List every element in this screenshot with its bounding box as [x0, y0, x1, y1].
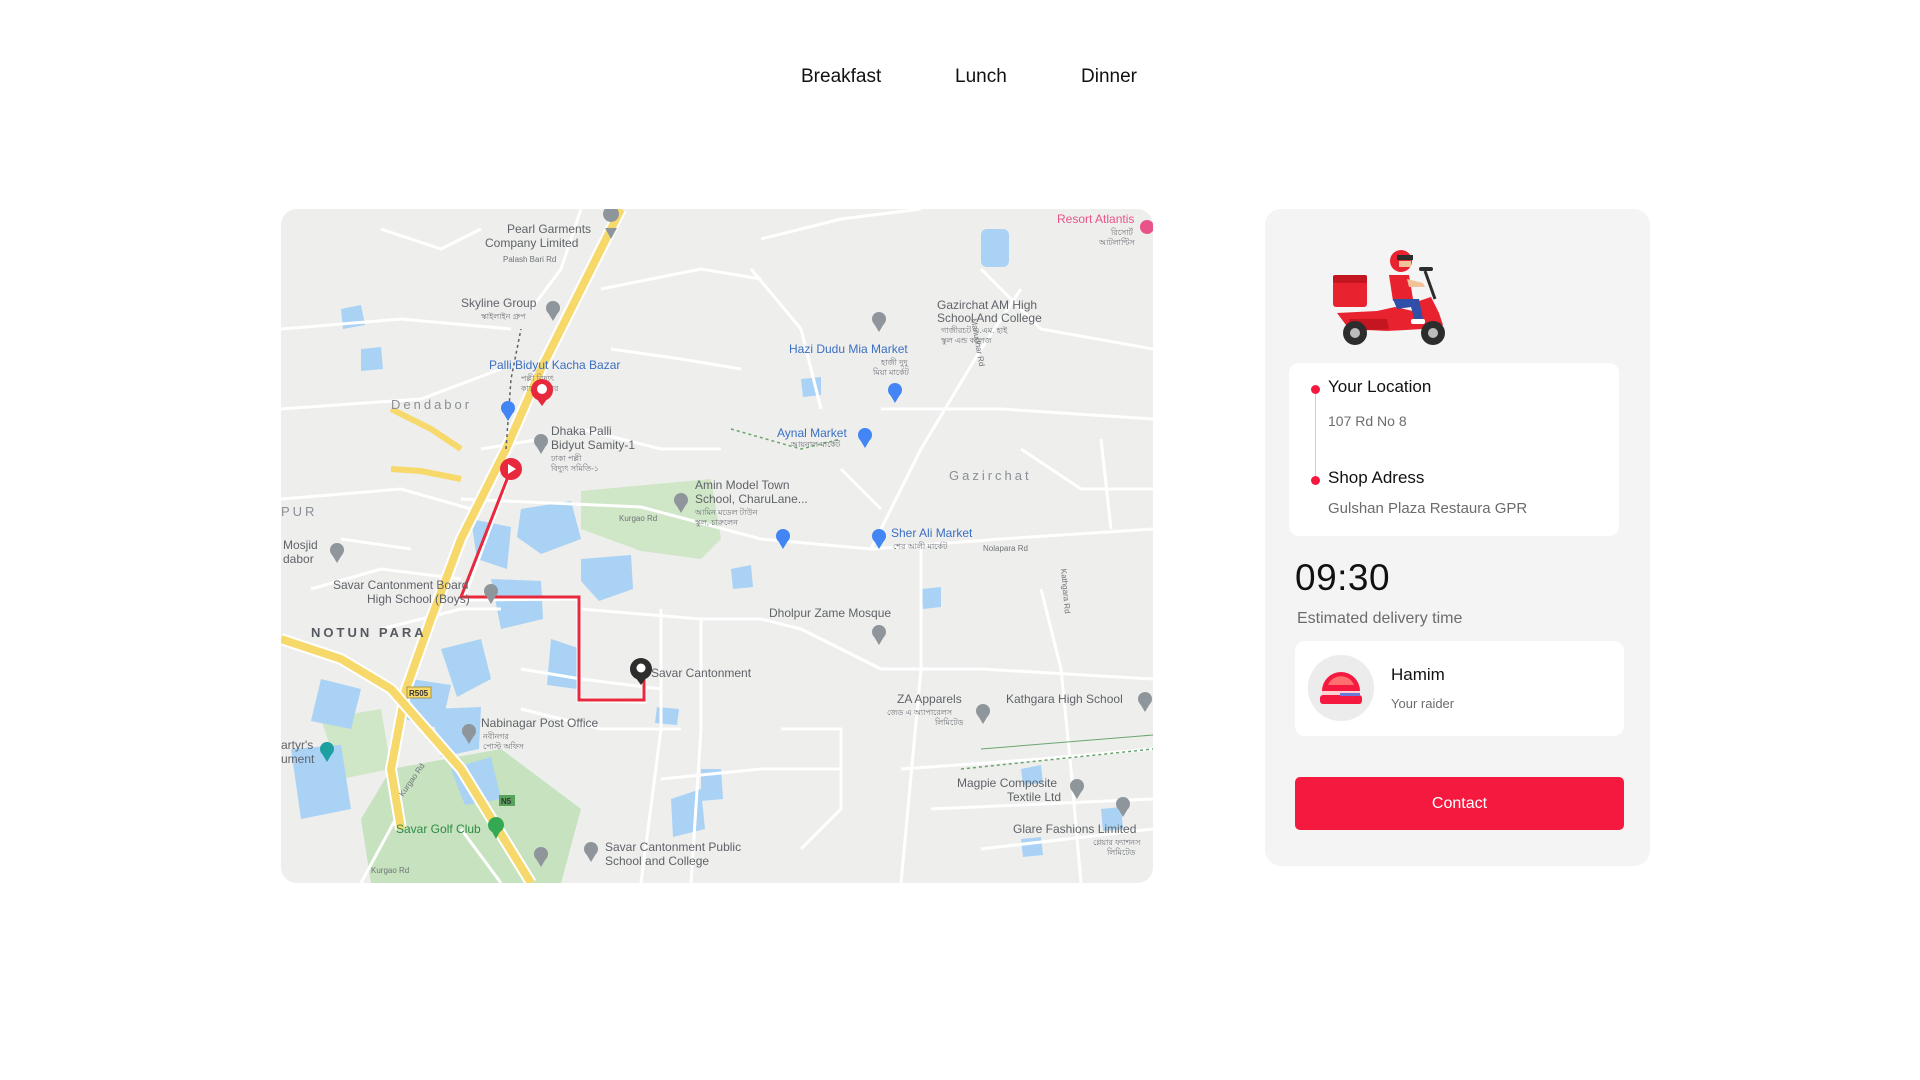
map-label-public-school: Savar Cantonment Public [605, 840, 741, 854]
svg-text:স্কুল এন্ড কলেজ: স্কুল এন্ড কলেজ [940, 336, 992, 345]
map-label-pur: PUR [281, 504, 317, 519]
svg-text:শের আলী মার্কেট: শের আলী মার্কেট [893, 541, 948, 551]
rider-position-marker-icon[interactable] [500, 458, 522, 480]
map-label-magpie: Magpie Composite [957, 776, 1057, 790]
svg-text:আমিন মডেল টাউন: আমিন মডেল টাউন [694, 507, 758, 517]
svg-text:লিমিটেড: লিমিটেড [934, 717, 964, 727]
shop-dot-icon [1311, 476, 1320, 485]
map-label-skyline: Skyline Group [461, 296, 537, 310]
shield-n5: N5 [501, 797, 512, 806]
svg-text:নবীনগর: নবীনগর [482, 731, 510, 741]
route-card: Your Location 107 Rd No 8 Shop Adress Gu… [1289, 363, 1619, 536]
svg-text:School, CharuLane...: School, CharuLane... [695, 492, 808, 506]
rider-name: Hamim [1391, 665, 1445, 684]
map-label-hazi-market: Hazi Dudu Mia Market [789, 342, 908, 356]
svg-text:Kurgao Rd: Kurgao Rd [371, 866, 409, 875]
svg-text:Bidyut Samity-1: Bidyut Samity-1 [551, 438, 635, 452]
svg-text:ument: ument [281, 752, 315, 766]
svg-text:আটলান্টিস: আটলান্টিস [1098, 237, 1136, 247]
svg-text:ঢাকা পল্লী: ঢাকা পল্লী [550, 453, 582, 463]
map-label-glare: Glare Fashions Limited [1013, 822, 1136, 836]
map-label-nabinagar: Nabinagar Post Office [481, 716, 599, 730]
svg-text:dabor: dabor [283, 552, 314, 566]
map-label-martyr: artyr's [281, 738, 313, 752]
delivery-map[interactable]: Dendabor PUR NOTUN PARA Gazirchat Pearl … [281, 209, 1153, 883]
nav-dinner[interactable]: Dinner [1081, 66, 1137, 88]
delivery-time: 09:30 [1295, 557, 1391, 598]
svg-text:Textile Ltd: Textile Ltd [1007, 790, 1061, 804]
map-label-dhaka-palli: Dhaka Palli [551, 424, 612, 438]
svg-text:স্কাইলাইন গ্রুপ: স্কাইলাইন গ্রুপ [480, 312, 526, 321]
map-label-gazirchat: Gazirchat [949, 468, 1032, 483]
contact-button[interactable]: Contact [1295, 777, 1624, 830]
svg-text:School and College: School and College [605, 854, 709, 868]
your-location-title: Your Location [1328, 377, 1432, 396]
map-label-resort: Resort Atlantis [1057, 212, 1134, 226]
svg-text:Kurgao Rd: Kurgao Rd [619, 514, 657, 523]
top-nav: Breakfast Lunch Dinner [0, 66, 1920, 96]
map-label-aynal-market: Aynal Market [777, 426, 847, 440]
scooter-rider-illustration [1327, 241, 1455, 351]
svg-text:School And College: School And College [937, 311, 1042, 325]
map-label-za-apparels: ZA Apparels [897, 692, 962, 706]
svg-text:হাজী দুদু: হাজী দুদু [880, 357, 909, 367]
svg-text:লিমিটেড: লিমিটেড [1106, 847, 1136, 857]
map-label-mosjid: Mosjid [283, 538, 318, 552]
rider-role: Your raider [1391, 696, 1455, 711]
map-label-dendabor: Dendabor [391, 397, 472, 412]
shop-address-title: Shop Adress [1328, 468, 1425, 487]
svg-text:মিয়া মার্কেট: মিয়া মার্কেট [872, 367, 910, 377]
svg-text:পোস্ট অফিস: পোস্ট অফিস [483, 741, 525, 751]
svg-text:Nolapara Rd: Nolapara Rd [983, 544, 1028, 553]
nav-lunch[interactable]: Lunch [955, 66, 1007, 88]
map-label-palli-bazar: Palli Bidyut Kacha Bazar [489, 358, 620, 372]
route-connector [1315, 394, 1316, 476]
map-label-pearl: Pearl Garments [507, 222, 591, 236]
svg-text:বিদ্যুৎ সমিতি-১: বিদ্যুৎ সমিতি-১ [550, 464, 599, 473]
delivery-panel: Your Location 107 Rd No 8 Shop Adress Gu… [1265, 209, 1650, 866]
map-label-savar-board: Savar Cantonment Board [333, 578, 468, 592]
svg-text:জেড এ অ্যাপারেলস: জেড এ অ্যাপারেলস [887, 708, 953, 717]
svg-text:গ্লেয়ার ফ্যাশনস: গ্লেয়ার ফ্যাশনস [1093, 838, 1141, 847]
map-label-savar-cantonment: Savar Cantonment [651, 666, 752, 680]
svg-text:Palash Bari Rd: Palash Bari Rd [503, 255, 556, 264]
shop-address: Gulshan Plaza Restaura GPR [1328, 500, 1528, 517]
location-dot-icon [1311, 385, 1320, 394]
your-location-address: 107 Rd No 8 [1328, 413, 1407, 429]
rider-avatar-icon [1308, 655, 1374, 721]
map-canvas[interactable]: Dendabor PUR NOTUN PARA Gazirchat Pearl … [281, 209, 1153, 883]
map-label-amin-school: Amin Model Town [695, 478, 790, 492]
rider-card[interactable]: Hamim Your raider [1295, 641, 1624, 736]
svg-text:স্কুল, চারুলেন: স্কুল, চারুলেন [694, 518, 738, 527]
map-label-dholpur: Dholpur Zame Mosque [769, 606, 891, 620]
nav-breakfast[interactable]: Breakfast [801, 66, 881, 88]
map-label-golf: Savar Golf Club [396, 822, 481, 836]
svg-text:রিসোর্ট: রিসোর্ট [1110, 227, 1134, 237]
map-label-sher-ali: Sher Ali Market [891, 526, 973, 540]
map-label-notun-para: NOTUN PARA [311, 625, 427, 640]
svg-text:আয়নাল মার্কেট: আয়নাল মার্কেট [790, 439, 841, 449]
delivery-time-label: Estimated delivery time [1297, 610, 1463, 627]
map-label-gazirchat-school: Gazirchat AM High [937, 298, 1037, 312]
map-label-kathgara: Kathgara High School [1006, 692, 1123, 706]
svg-text:High School (Boys): High School (Boys) [367, 592, 470, 606]
svg-text:Company Limited: Company Limited [485, 236, 578, 250]
shield-r505: R505 [409, 689, 429, 698]
